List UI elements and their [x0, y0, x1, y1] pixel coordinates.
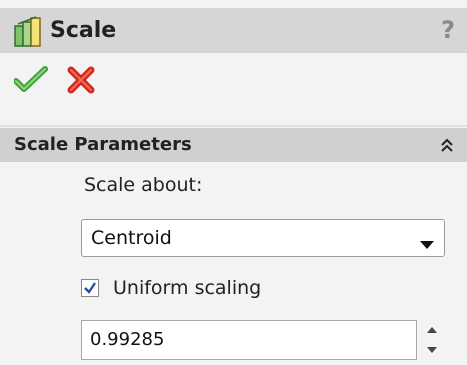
uniform-scaling-label[interactable]: Uniform scaling: [113, 274, 261, 302]
scale-factor-value: 0.99285: [90, 329, 165, 350]
help-icon[interactable]: ?: [441, 17, 455, 43]
double-chevron-up-icon[interactable]: [439, 137, 455, 153]
panel-titlebar: Scale ?: [0, 8, 467, 53]
triangle-down-icon: [420, 234, 434, 249]
uniform-scaling-option: Uniform scaling: [81, 274, 341, 306]
scale-factor-input[interactable]: 0.99285: [81, 320, 417, 360]
spin-up-icon[interactable]: [420, 320, 444, 340]
uniform-scaling-checkbox[interactable]: [81, 279, 99, 297]
scale-feature-icon: [14, 16, 42, 48]
scale-about-dropdown[interactable]: Centroid: [81, 219, 445, 257]
divider: [0, 125, 467, 127]
scale-factor-spinner: [420, 320, 444, 360]
action-bar: [0, 53, 467, 125]
cancel-cross-icon[interactable]: [66, 65, 96, 95]
section-title: Scale Parameters: [14, 134, 192, 155]
panel-title: Scale: [50, 18, 117, 43]
ok-checkmark-icon[interactable]: [13, 65, 48, 95]
scale-about-label: Scale about:: [84, 174, 203, 196]
scale-property-manager: Scale ? Scale Parameters Scale about: Ce…: [0, 0, 467, 365]
scale-about-selected-value: Centroid: [91, 227, 172, 249]
section-header-scale-parameters[interactable]: Scale Parameters: [0, 128, 467, 162]
spin-down-icon[interactable]: [420, 340, 444, 360]
